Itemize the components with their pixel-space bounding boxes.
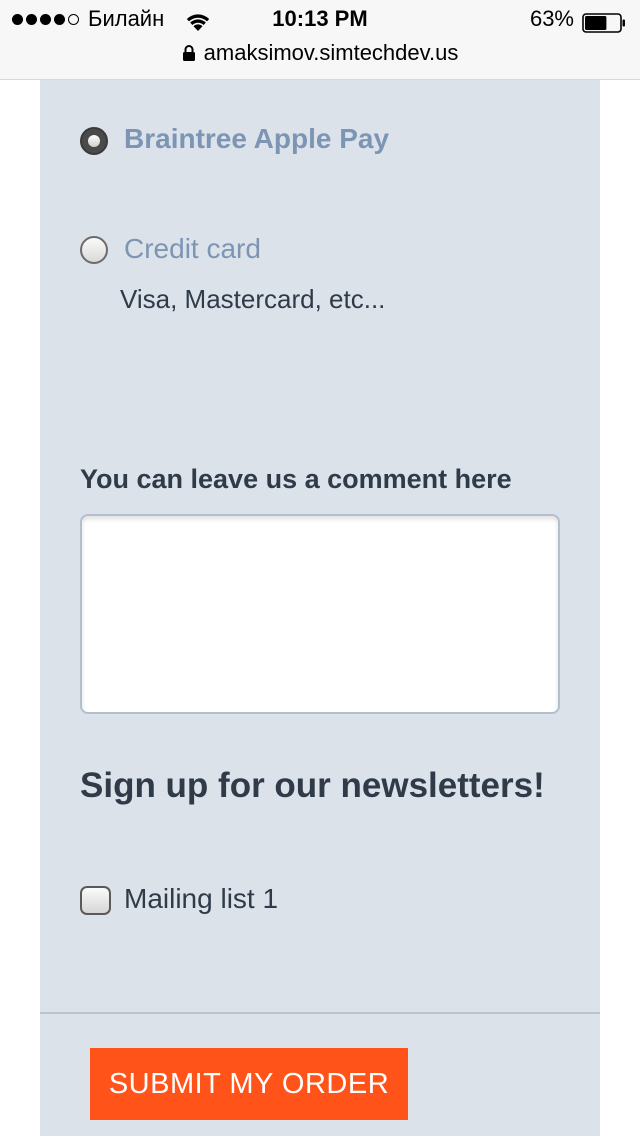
radio-braintree-apple-pay[interactable] (80, 127, 108, 155)
lock-icon (182, 45, 195, 61)
radio-credit-card[interactable] (80, 236, 108, 264)
section-divider (40, 1012, 600, 1014)
url-bar[interactable]: amaksimov.simtechdev.us (0, 40, 640, 66)
checkout-panel: Braintree Apple Pay Credit card Visa, Ma… (40, 80, 600, 1136)
payment-option-label-credit-card[interactable]: Credit card (124, 233, 261, 265)
mailing-list-1-checkbox[interactable] (80, 886, 111, 915)
battery-icon (582, 13, 625, 33)
comment-label: You can leave us a comment here (80, 464, 512, 494)
url-text: amaksimov.simtechdev.us (203, 40, 459, 65)
ios-status-bar: Билайн 10:13 PM 63% amaksimov.simtechdev… (0, 0, 640, 80)
payment-option-description: Visa, Mastercard, etc... (120, 284, 386, 314)
status-row: Билайн 10:13 PM 63% (0, 4, 640, 38)
battery-percent: 63% (529, 6, 574, 31)
submit-order-button[interactable]: SUBMIT MY ORDER (90, 1048, 408, 1120)
payment-option-label-apple-pay[interactable]: Braintree Apple Pay (124, 123, 389, 155)
mailing-list-1-label[interactable]: Mailing list 1 (124, 883, 278, 915)
newsletter-heading: Sign up for our newsletters! (80, 766, 545, 805)
comment-textarea[interactable] (80, 514, 560, 714)
